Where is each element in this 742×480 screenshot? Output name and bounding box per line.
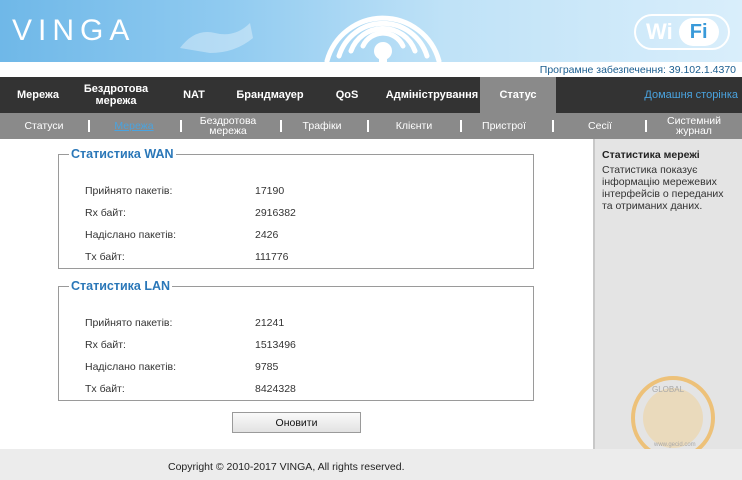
subnav-devices[interactable]: Пристрої — [474, 113, 534, 139]
copyright-text: Copyright © 2010-2017 VINGA, All rights … — [168, 461, 405, 473]
main-nav: Мережа Бездротова мережа NAT Брандмауер … — [0, 77, 742, 113]
help-title: Статистика мережі — [602, 149, 700, 161]
subnav-sessions[interactable]: Сесії — [570, 113, 630, 139]
stat-label: Tx байт: — [85, 383, 125, 395]
nav-administration[interactable]: Адміністрування — [382, 77, 482, 113]
main-content: Статистика WAN Прийнято пакетів: 17190 R… — [0, 139, 593, 449]
stat-value: 8424328 — [255, 383, 296, 395]
subnav-separator — [88, 120, 90, 132]
nav-status[interactable]: Статус — [480, 77, 556, 113]
firmware-version: Програмне забезпечення: 39.102.1.4370 — [0, 62, 742, 76]
wifi-logo: Wi Fi — [634, 14, 730, 50]
subnav-network[interactable]: Мережа — [104, 113, 164, 139]
subnav-wireless[interactable]: Бездротова мережа — [190, 113, 266, 139]
stat-value: 2426 — [255, 229, 279, 241]
stat-label: Прийнято пакетів: — [85, 185, 173, 197]
nav-network[interactable]: Мережа — [8, 77, 68, 113]
wifi-logo-fi: Fi — [678, 18, 719, 46]
stat-label: Прийнято пакетів: — [85, 317, 173, 329]
nav-nat[interactable]: NAT — [172, 77, 216, 113]
nav-qos[interactable]: QoS — [324, 77, 370, 113]
subnav-statuses[interactable]: Статуси — [14, 113, 74, 139]
stat-value: 111776 — [255, 251, 289, 263]
subnav-system-log[interactable]: Системний журнал — [656, 113, 732, 139]
stat-value: 1513496 — [255, 339, 296, 351]
stat-label: Rx байт: — [85, 339, 126, 351]
header-banner: VINGA Wi Fi — [0, 0, 742, 62]
watermark-top-text: GLOBAL — [652, 385, 685, 394]
subnav-separator — [552, 120, 554, 132]
gecid-watermark-logo: GLOBAL www.gecid.com — [631, 376, 715, 460]
subnav-separator — [180, 120, 182, 132]
footer: Copyright © 2010-2017 VINGA, All rights … — [0, 449, 742, 480]
nav-firewall[interactable]: Брандмауер — [228, 77, 312, 113]
hand-icon — [180, 23, 253, 53]
subnav-separator — [367, 120, 369, 132]
stat-label: Rx байт: — [85, 207, 126, 219]
stat-label: Надіслано пакетів: — [85, 361, 177, 373]
subnav-separator — [280, 120, 282, 132]
subnav-traffic[interactable]: Трафіки — [292, 113, 352, 139]
stat-value: 2916382 — [255, 207, 296, 219]
wan-statistics: Статистика WAN Прийнято пакетів: 17190 R… — [58, 147, 534, 269]
subnav-separator — [460, 120, 462, 132]
subnav-separator — [645, 120, 647, 132]
subnav-clients[interactable]: Клієнти — [383, 113, 445, 139]
vinga-logo: VINGA — [12, 14, 136, 47]
stat-label: Tx байт: — [85, 251, 125, 263]
wan-statistics-title: Статистика WAN — [71, 147, 174, 161]
refresh-button[interactable]: Оновити — [232, 412, 361, 433]
stat-label: Надіслано пакетів: — [85, 229, 177, 241]
wifi-logo-wi: Wi — [646, 19, 673, 44]
nav-wireless[interactable]: Бездротова мережа — [74, 77, 158, 113]
stat-value: 9785 — [255, 361, 279, 373]
watermark-site-text: www.gecid.com — [653, 442, 696, 448]
stat-value: 21241 — [255, 317, 285, 329]
lan-statistics: Статистика LAN Прийнято пакетів: 21241 R… — [58, 279, 534, 401]
home-page-link[interactable]: Домашня сторінка — [644, 77, 738, 113]
wireless-waves-icon — [324, 15, 442, 62]
stat-value: 17190 — [255, 185, 285, 197]
help-text: Статистика показує інформацію мережевих … — [602, 164, 724, 212]
lan-statistics-title: Статистика LAN — [71, 279, 171, 293]
sub-nav: Статуси Мережа Бездротова мережа Трафіки… — [0, 113, 742, 139]
